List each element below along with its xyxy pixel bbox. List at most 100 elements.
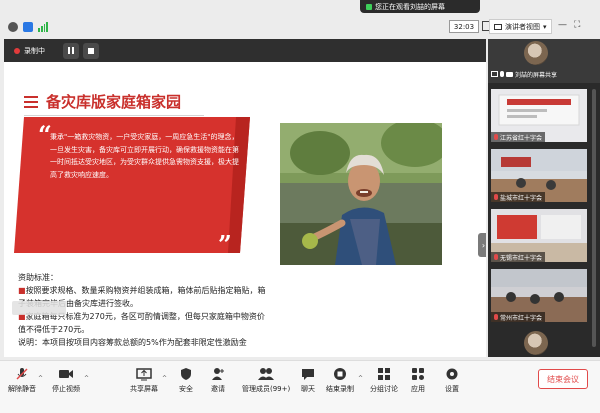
mic-off-icon [14, 367, 30, 381]
recording-dot-icon [14, 47, 20, 54]
meeting-controls: 解除静音 ^ 停止视频 ^ 共享屏幕 ^ 安全 邀请 管理成员(99+) 聊天 … [0, 360, 600, 413]
invite-label: 邀请 [211, 385, 225, 393]
gear-icon [444, 367, 460, 381]
participant-tile[interactable]: 无锡市红十字会 [491, 209, 587, 262]
participant-name: 常州市红十字会 [500, 314, 543, 322]
pause-recording-button[interactable] [63, 42, 79, 59]
end-recording-button[interactable]: 结束录制 [326, 367, 354, 394]
participant-name: 盐城市红十字会 [500, 194, 543, 202]
stop-video-button[interactable]: 停止视频 [52, 367, 80, 394]
participant-name: 江苏省红十字会 [500, 134, 543, 142]
title-divider [24, 115, 204, 116]
breakout-button[interactable]: 分组讨论 [370, 367, 398, 394]
pause-icon [68, 47, 74, 54]
mic-icon [500, 71, 504, 77]
shared-screen: 录制中 备灾库版家庭箱家园 “ 秉承"一箱救灾物资，一户受灾家庭，一周应急生活"… [4, 39, 486, 357]
stop-icon [88, 47, 94, 54]
record-stop-icon [332, 367, 348, 381]
recording-status: 录制中 [24, 46, 45, 55]
chevron-down-icon: ▾ [543, 22, 547, 31]
chevron-right-icon: › [481, 240, 486, 250]
participant-label: 无锡市红十字会 [491, 252, 546, 262]
gallery-icon [494, 23, 502, 30]
participant-label: 江苏省红十字会 [491, 132, 546, 142]
chevron-up-icon[interactable]: ^ [38, 375, 43, 382]
chevron-up-icon[interactable]: ^ [84, 375, 89, 382]
invite-button[interactable]: 邀请 [210, 367, 226, 394]
title-bars-icon [24, 95, 38, 108]
top-toolbar: 32:03 演讲者视图 ▾ — ⛶ [0, 16, 600, 38]
bullet-icon: ■ [18, 286, 26, 295]
participant-tile[interactable]: 常州市红十字会 [491, 269, 587, 322]
avatar [524, 41, 548, 65]
chat-icon [300, 367, 316, 381]
end-meeting-button[interactable]: 结束会议 [538, 369, 588, 389]
mic-muted-icon [494, 194, 498, 200]
screen-share-notice[interactable]: 您正在观看刘喆的屏幕 [360, 0, 480, 13]
mic-muted-icon [494, 314, 498, 320]
funding-heading: 资助标准： [18, 273, 58, 282]
screen-share-notice-text: 您正在观看刘喆的屏幕 [375, 2, 445, 11]
apps-button[interactable]: 应用 [410, 367, 426, 394]
shield-icon [178, 367, 194, 381]
self-tile-label: 刘喆的屏幕共享 [491, 69, 557, 79]
settings-label: 设置 [445, 385, 459, 393]
bullet-2-text: 家庭箱每只标准为270元，各区可酌情调整，但每只家庭箱中物资价值不得低于270元… [18, 312, 265, 334]
unmute-label: 解除静音 [8, 385, 36, 393]
stop-recording-button[interactable] [83, 42, 99, 59]
participant-label: 盐城市红十字会 [491, 192, 546, 202]
panel-scrollbar[interactable] [592, 89, 596, 347]
screen-share-icon [491, 71, 498, 77]
stop-video-label: 停止视频 [52, 385, 80, 393]
minimize-icon[interactable]: — [558, 20, 567, 30]
participant-name: 无锡市红十字会 [500, 254, 543, 262]
video-camera-icon [58, 367, 74, 381]
chat-button[interactable]: 聊天 [300, 367, 316, 394]
unmute-button[interactable]: 解除静音 [8, 367, 36, 394]
settings-button[interactable]: 设置 [444, 367, 460, 394]
slide-title-text: 备灾库版家庭箱家园 [46, 93, 182, 111]
breakout-icon [376, 367, 392, 381]
signal-icon[interactable] [38, 22, 48, 32]
slide-title: 备灾库版家庭箱家园 [24, 91, 181, 112]
share-screen-icon [136, 367, 152, 381]
quote-text: 秉承"一箱救灾物资，一户受灾家庭，一周应急生活"的理念，一旦发生灾害，备灾库可立… [50, 133, 239, 179]
apps-icon [410, 367, 426, 381]
add-user-icon [210, 367, 226, 381]
recording-bar: 录制中 [4, 39, 486, 62]
chevron-up-icon[interactable]: ^ [162, 375, 167, 382]
share-screen-button[interactable]: 共享屏幕 [130, 367, 158, 394]
participant-tile[interactable]: 江苏省红十字会 [491, 89, 587, 142]
share-screen-label: 共享屏幕 [130, 385, 158, 393]
manage-members-label: 管理成员(99+) [242, 385, 291, 393]
note-text: 说明：本项目按项目内容筹款总额的5%作为配套非限定性激励金 [18, 338, 247, 347]
self-tile[interactable]: 刘喆的屏幕共享 [488, 39, 600, 83]
view-mode-label: 演讲者视图 [505, 22, 540, 31]
view-mode-select[interactable]: 演讲者视图 ▾ [489, 19, 552, 34]
slide-photo [280, 123, 442, 265]
security-button[interactable]: 安全 [178, 367, 194, 394]
collapse-panel-button[interactable]: › [478, 233, 486, 257]
participant-tile[interactable]: 盐城市红十字会 [491, 149, 587, 202]
shield-icon[interactable] [23, 22, 33, 32]
security-label: 安全 [179, 385, 193, 393]
fullscreen-icon[interactable]: ⛶ [574, 20, 580, 30]
manage-members-button[interactable]: 管理成员(99+) [242, 367, 290, 394]
meeting-window: 您正在观看刘喆的屏幕 32:03 演讲者视图 ▾ — ⛶ 录制中 备灾库版家庭箱… [0, 0, 600, 413]
camera-icon [506, 71, 513, 77]
members-icon [258, 367, 275, 381]
chat-label: 聊天 [301, 385, 315, 393]
end-recording-label: 结束录制 [326, 385, 354, 393]
mic-muted-icon [494, 254, 498, 260]
info-icon[interactable] [8, 22, 18, 32]
share-indicator-icon [366, 3, 372, 10]
avatar [524, 331, 548, 355]
meeting-timer: 32:03 [449, 20, 479, 33]
close-quote-icon: ” [218, 230, 232, 259]
breakout-label: 分组讨论 [370, 385, 398, 393]
self-name: 刘喆的屏幕共享 [515, 71, 558, 79]
participant-panel: 刘喆的屏幕共享 江苏省红十字会 盐城市红十字会 无锡市红十字会 常州市红十字会 [488, 39, 600, 357]
chevron-up-icon[interactable]: ^ [358, 375, 363, 382]
apps-label: 应用 [411, 385, 425, 393]
floating-name-tag [12, 301, 66, 315]
